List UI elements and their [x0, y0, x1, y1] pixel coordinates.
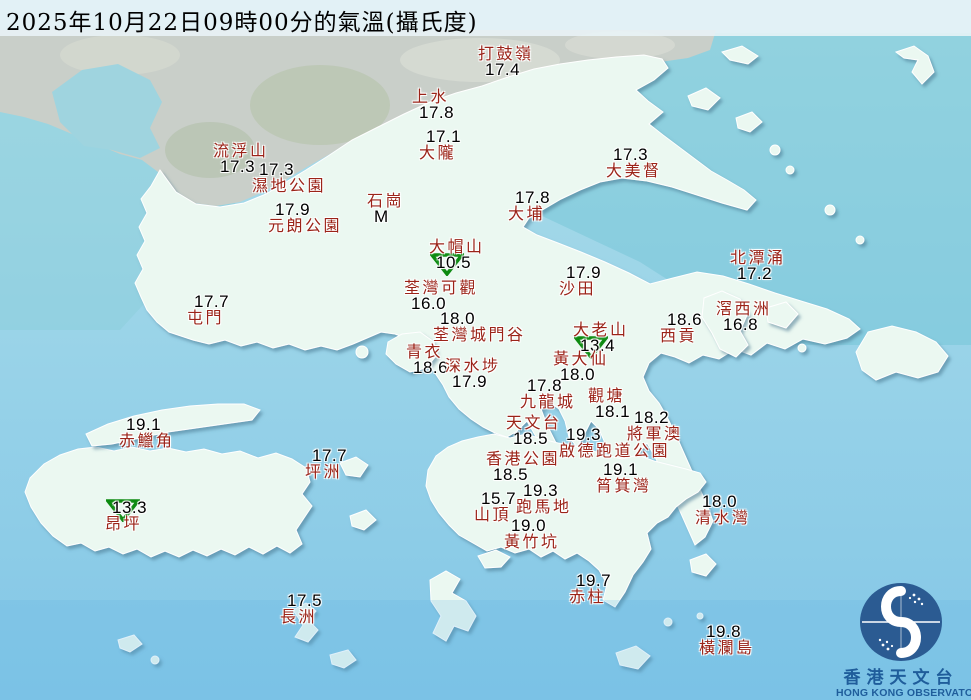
station-label: 觀塘18.1	[588, 388, 630, 420]
station-label: 17.7屯門	[187, 294, 229, 326]
hko-logo: 香港天文台 HONG KONG OBSERVATORY	[836, 582, 966, 698]
map-title: 2025年10月22日09時00分的氣溫(攝氏度)	[6, 3, 478, 37]
station-name: 屯門	[187, 310, 229, 326]
station-value: 17.8	[412, 105, 454, 121]
station-label: 17.8九龍城	[520, 378, 576, 410]
station-label: 天文台18.5	[506, 415, 562, 447]
station-label: 19.1筲箕灣	[596, 462, 652, 494]
station-label: 18.0荃灣城門谷	[433, 311, 526, 343]
station-label: 青衣18.6	[406, 344, 448, 376]
station-name: 大美督	[606, 163, 662, 179]
station-value: 17.2	[730, 266, 786, 282]
station-label: 滘西洲16.8	[716, 301, 772, 333]
station-label: 17.3大美督	[606, 147, 662, 179]
station-name: 赤鱲角	[119, 433, 175, 449]
station-name: 濕地公園	[252, 178, 326, 194]
station-label: 18.0清水灣	[695, 494, 751, 526]
station-label: 19.3啟德跑道公園	[559, 427, 670, 459]
station-value: 18.1	[588, 404, 630, 420]
station-name: 橫瀾島	[699, 640, 755, 656]
station-name: 啟德跑道公園	[559, 443, 670, 459]
station-name: 赤柱	[569, 589, 611, 605]
station-name: 長洲	[280, 609, 322, 625]
station-value: 17.9	[445, 374, 501, 390]
station-name: 九龍城	[520, 394, 576, 410]
station-name: 大隴	[419, 145, 461, 161]
station-name: 筲箕灣	[596, 478, 652, 494]
station-label: 大帽山10.5	[429, 239, 485, 271]
station-label: 17.3濕地公園	[252, 162, 326, 194]
station-label: 上水17.8	[412, 89, 454, 121]
station-layer: 打鼓嶺17.4上水17.817.1大隴流浮山17.317.3濕地公園17.3大美…	[0, 0, 971, 700]
station-label: 荃灣可觀16.0	[404, 280, 478, 312]
station-name: 荃灣城門谷	[433, 327, 526, 343]
station-label: 19.3跑馬地	[516, 483, 572, 515]
station-name: 西貢	[660, 328, 702, 344]
station-value: 16.8	[716, 317, 772, 333]
hko-logo-chinese: 香港天文台	[836, 669, 966, 687]
hko-logo-icon	[858, 582, 944, 664]
station-value: 18.6	[406, 360, 448, 376]
station-name: 大埔	[508, 206, 550, 222]
station-label: 17.1大隴	[419, 129, 461, 161]
station-label: 17.8大埔	[508, 190, 550, 222]
station-label: 19.8橫瀾島	[699, 624, 755, 656]
station-label: 石崗M	[367, 193, 404, 225]
station-name: 清水灣	[695, 510, 751, 526]
hko-logo-english: HONG KONG OBSERVATORY	[836, 687, 966, 699]
temperature-map-screen: 2025年10月22日09時00分的氣溫(攝氏度) 打鼓嶺17.4上水17.81…	[0, 0, 971, 700]
station-label: 19.7赤柱	[569, 573, 611, 605]
station-label: 打鼓嶺17.4	[478, 46, 534, 78]
station-name: 跑馬地	[516, 499, 572, 515]
station-label: 香港公園18.5	[486, 451, 560, 483]
station-name: 昂坪	[105, 516, 147, 532]
station-value: 17.4	[478, 62, 534, 78]
station-value: 10.5	[429, 255, 485, 271]
station-label: 17.9沙田	[559, 265, 601, 297]
station-name: 坪洲	[305, 464, 347, 480]
station-label: 17.5長洲	[280, 593, 322, 625]
station-name: 沙田	[559, 281, 601, 297]
station-name: 黃竹坑	[504, 534, 560, 550]
station-value: M	[367, 209, 404, 225]
station-value: 18.5	[506, 431, 562, 447]
station-label: 19.1赤鱲角	[119, 417, 175, 449]
station-label: 北潭涌17.2	[730, 250, 786, 282]
title-bar: 2025年10月22日09時00分的氣溫(攝氏度)	[0, 0, 971, 36]
station-label: 19.0黃竹坑	[504, 518, 560, 550]
station-label: 17.7坪洲	[305, 448, 347, 480]
station-label: 13.3昂坪	[105, 500, 147, 532]
station-label: 深水埗17.9	[445, 358, 501, 390]
station-label: 18.6西貢	[660, 312, 702, 344]
station-name: 元朗公園	[268, 218, 342, 234]
station-label: 17.9元朗公園	[268, 202, 342, 234]
